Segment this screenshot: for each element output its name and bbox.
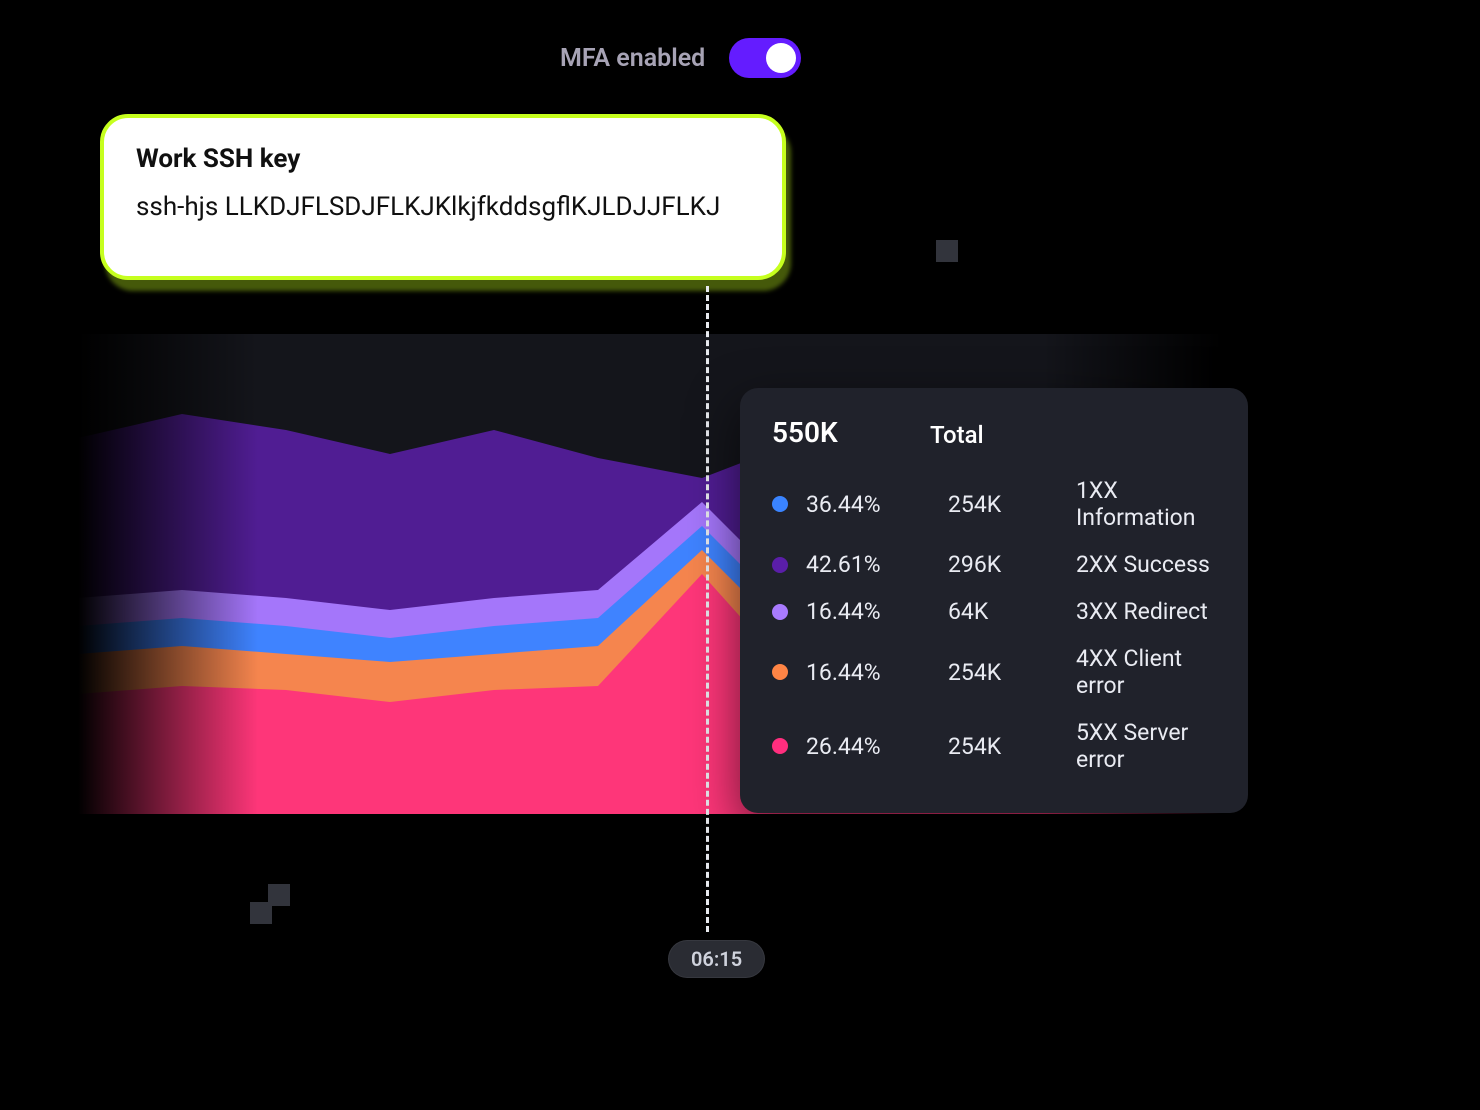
tooltip-pct: 42.61% [806,551,934,578]
tooltip-pct: 16.44% [806,598,934,625]
tooltip-row: 16.44% 64K 3XX Redirect [772,588,1216,635]
tooltip-row: 42.61% 296K 2XX Success [772,541,1216,588]
tooltip-val: 254K [948,491,1062,518]
chart-cursor-line [706,286,709,932]
tooltip-label: 5XX Server error [1076,719,1216,773]
tooltip-total-label: Total [930,421,1044,449]
tooltip-row: 16.44% 254K 4XX Client error [772,635,1216,709]
tooltip-row: 26.44% 254K 5XX Server error [772,709,1216,783]
legend-dot [772,557,788,573]
tooltip-val: 254K [948,659,1062,686]
mfa-toggle-row: MFA enabled [560,38,801,78]
chart-tooltip: 550K Total 36.44% 254K 1XX Information 42.6… [740,388,1248,813]
tooltip-label: 3XX Redirect [1076,598,1216,625]
tooltip-label: 2XX Success [1076,551,1216,578]
ssh-key-value: ssh-hjs LLKDJFLSDJFLKJKlkjfkddsgflKJLDJJ… [136,192,750,222]
legend-dot [772,738,788,754]
decorative-pixel [936,240,958,262]
legend-dot [772,604,788,620]
tooltip-pct: 16.44% [806,659,934,686]
legend-dot [772,664,788,680]
chart-fade-left [78,334,258,814]
ssh-key-title: Work SSH key [136,144,750,174]
tooltip-pct: 26.44% [806,733,934,760]
mfa-toggle[interactable] [729,38,801,78]
toggle-knob [766,43,796,73]
legend-dot [772,496,788,512]
tooltip-pct: 36.44% [806,491,934,518]
tooltip-label: 1XX Information [1076,477,1216,531]
tooltip-val: 296K [948,551,1062,578]
cursor-time-badge: 06:15 [668,940,765,978]
tooltip-val: 64K [948,598,1062,625]
decorative-pixel [250,902,272,924]
tooltip-label: 4XX Client error [1076,645,1216,699]
tooltip-val: 254K [948,733,1062,760]
tooltip-total-value: 550K [772,416,930,449]
tooltip-row: 36.44% 254K 1XX Information [772,467,1216,541]
mfa-label: MFA enabled [560,44,705,73]
ssh-key-card[interactable]: Work SSH key ssh-hjs LLKDJFLSDJFLKJKlkjf… [100,114,786,280]
